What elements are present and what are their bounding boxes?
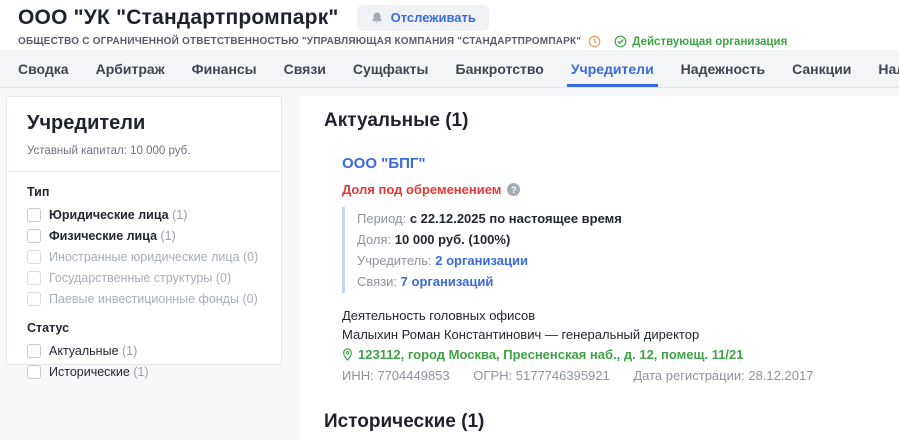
founder-orgs-link[interactable]: 2 организации [435,253,528,268]
reg-date-value: 28.12.2017 [748,368,813,383]
header: ООО "УК "Стандартпромпарк" Отслеживать О… [0,0,899,50]
filter-individuals[interactable]: Физические лица (1) [27,229,261,243]
filter-count: (0) [242,292,257,306]
filter-actual[interactable]: Актуальные (1) [27,344,261,358]
tab-svodka[interactable]: Сводка [18,50,69,87]
track-button-label: Отслеживать [391,10,476,25]
ogrn-value: 5177746395921 [516,368,610,383]
charter-capital: Уставный капитал: 10 000 руб. [27,145,261,157]
historical-section-heading: Исторические (1) [324,411,899,433]
check-circle-icon [614,35,627,48]
tab-sanktsii[interactable]: Санкции [792,50,851,87]
actual-section-heading: Актуальные (1) [324,110,899,132]
founder-period-block: Период: с 22.12.2025 по настоящее время … [342,207,899,293]
filter-label: Юридические лица [49,208,169,222]
info-icon[interactable]: ? [507,183,520,196]
inn-value: 7704449853 [377,368,449,383]
tab-svyazi[interactable]: Связи [284,50,326,87]
share-value: 10 000 руб. (100%) [395,232,511,247]
filter-count: (1) [161,229,176,243]
filter-count: (1) [172,208,187,222]
filter-legal-entities[interactable]: Юридические лица (1) [27,208,261,222]
checkbox-icon[interactable] [27,208,41,222]
tab-finansy[interactable]: Финансы [192,50,257,87]
reg-date-label: Дата регистрации: [633,368,744,383]
tab-uchrediteli[interactable]: Учредители [571,50,654,87]
filter-label: Физические лица [49,229,157,243]
founders-content: Актуальные (1) ООО "БПГ" Доля под обреме… [300,96,899,440]
activity-text: Деятельность головных офисов [342,306,899,325]
tab-nalogi[interactable]: Налоги [878,50,899,87]
company-profile-page: ООО "УК "Стандартпромпарк" Отслеживать О… [0,0,899,440]
filters-sidebar: Учредители Уставный капитал: 10 000 руб.… [6,96,282,365]
company-full-name: ОБЩЕСТВО С ОГРАНИЧЕННОЙ ОТВЕТСТВЕННОСТЬЮ… [18,36,581,47]
filter-label: Государственные структуры [49,271,212,285]
filter-count: (1) [133,365,148,379]
history-clock-icon[interactable] [588,35,601,48]
page-title: ООО "УК "Стандартпромпарк" [18,6,339,30]
sidebar-title: Учредители [27,112,261,135]
filter-state-structures: Государственные структуры (0) [27,271,261,285]
status-filter-title: Статус [27,321,261,335]
filter-foreign-entities: Иностранные юридические лица (0) [27,250,261,264]
filter-investment-funds: Паевые инвестиционные фонды (0) [27,292,261,306]
tab-arbitrazh[interactable]: Арбитраж [96,50,165,87]
checkbox-icon[interactable] [27,344,41,358]
director-text: Малыхин Роман Константинович — генеральн… [342,325,899,344]
address-text: 123112, город Москва, Пресненская наб., … [358,347,744,362]
checkbox-icon [27,250,41,264]
filter-historical[interactable]: Исторические (1) [27,365,261,379]
tab-sushchfakty[interactable]: Сущфакты [353,50,429,87]
share-label: Доля: [357,232,391,247]
founder-entry-actual: ООО "БПГ" Доля под обременением ? Период… [342,155,899,383]
status-badge: Действующая организация [614,35,787,48]
filter-count: (0) [216,271,231,285]
filter-label: Паевые инвестиционные фонды [49,292,239,306]
inn-label: ИНН: [342,368,374,383]
filter-label: Актуальные [49,344,119,358]
founder-label: Учредитель: [357,253,432,268]
links-label: Связи: [357,274,397,289]
period-label: Период: [357,211,406,226]
encumbrance-warning: Доля под обременением [342,182,501,197]
bell-icon [370,11,384,25]
checkbox-icon[interactable] [27,229,41,243]
tab-nadezhnost[interactable]: Надежность [681,50,765,87]
filter-label: Иностранные юридические лица [49,250,240,264]
checkbox-icon [27,292,41,306]
type-filter-title: Тип [27,185,261,199]
filter-count: (1) [122,344,137,358]
filter-count: (0) [243,250,258,264]
checkbox-icon[interactable] [27,365,41,379]
connections-link[interactable]: 7 организаций [401,274,494,289]
period-value: с 22.12.2025 по настоящее время [410,211,622,226]
tab-bankrotstvo[interactable]: Банкротство [456,50,544,87]
checkbox-icon [27,271,41,285]
status-badge-label: Действующая организация [632,36,787,48]
filter-label: Исторические [49,365,130,379]
location-pin-icon [342,348,353,361]
tab-bar: Сводка Арбитраж Финансы Связи Сущфакты Б… [0,50,899,88]
divider [7,171,281,172]
track-button[interactable]: Отслеживать [357,5,489,31]
ogrn-label: ОГРН: [473,368,512,383]
founder-company-link[interactable]: ООО "БПГ" [342,155,425,172]
